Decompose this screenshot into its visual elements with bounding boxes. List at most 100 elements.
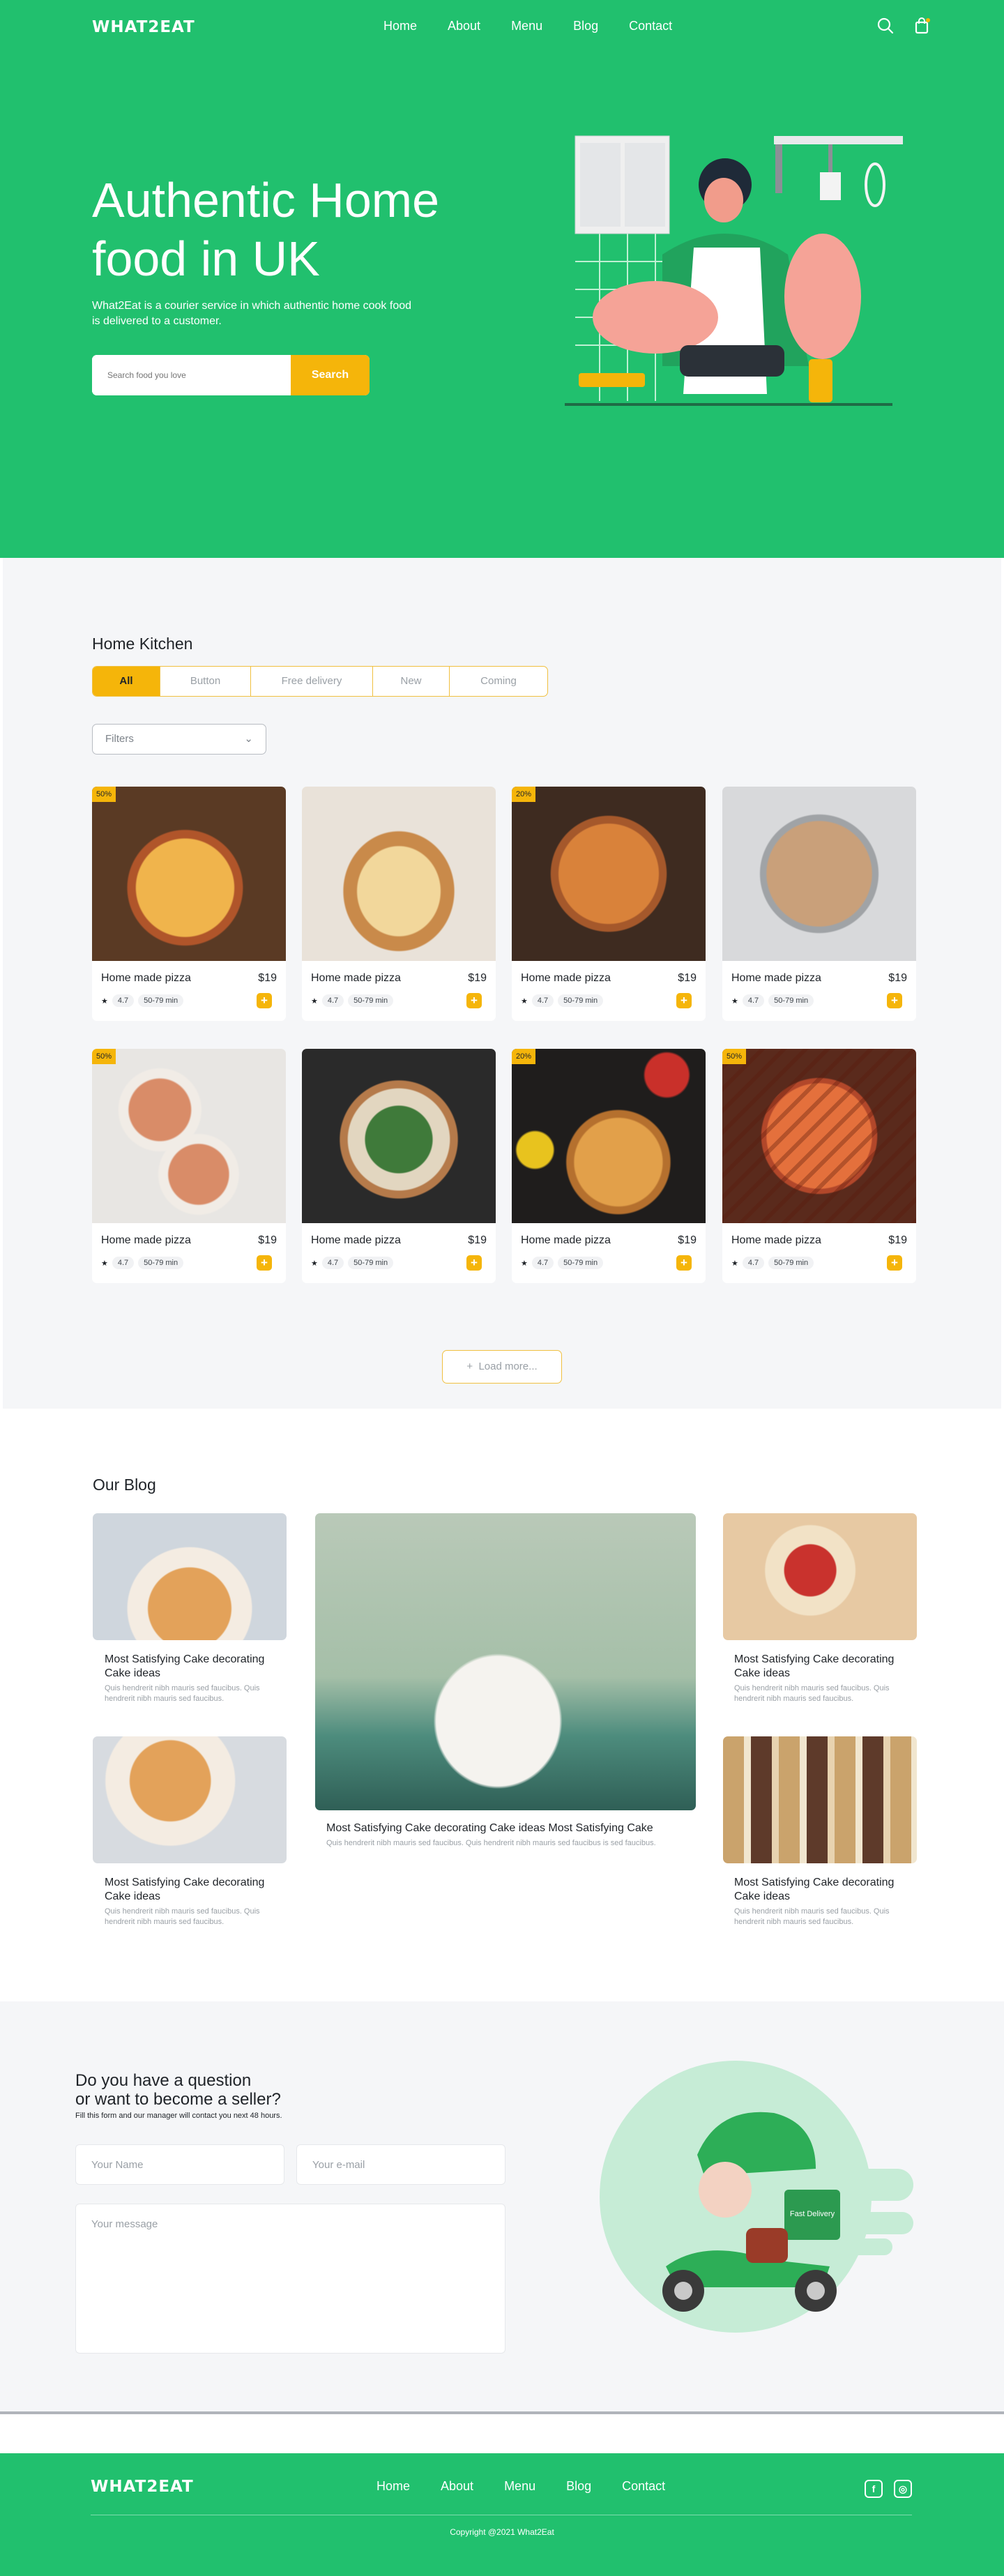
star-icon: ★ bbox=[521, 997, 528, 1006]
food-name: Home made pizza bbox=[521, 1234, 611, 1246]
blog-post-image[interactable] bbox=[93, 1513, 287, 1640]
load-more-label: Load more... bbox=[478, 1361, 538, 1372]
hero-search-form: Search bbox=[92, 355, 370, 395]
add-to-cart-button[interactable]: + bbox=[257, 993, 272, 1008]
tab-free-delivery[interactable]: Free delivery bbox=[251, 667, 373, 696]
discount-badge: 50% bbox=[92, 787, 116, 802]
discount-badge: 20% bbox=[512, 1049, 536, 1064]
brand-logo[interactable]: WHAT2EAT bbox=[92, 18, 195, 36]
add-to-cart-button[interactable]: + bbox=[676, 1255, 692, 1271]
star-icon: ★ bbox=[731, 997, 738, 1006]
filters-dropdown[interactable]: Filters ⌄ bbox=[92, 724, 266, 755]
tab-button[interactable]: Button bbox=[160, 667, 251, 696]
blog-post-title[interactable]: Most Satisfying Cake decorating Cake ide… bbox=[734, 1653, 915, 1681]
food-card[interactable]: 50% Home made pizza $19 ★ 4.7 50-79 min + bbox=[722, 1049, 916, 1283]
contact-subtitle: Fill this form and our manager will cont… bbox=[75, 2112, 282, 2120]
food-price: $19 bbox=[258, 1234, 277, 1246]
food-search-input[interactable] bbox=[92, 355, 291, 395]
food-card[interactable]: 20% Home made pizza $19 ★ 4.7 50-79 min + bbox=[512, 1049, 706, 1283]
food-card[interactable]: 50% Home made pizza $19 ★ 4.7 50-79 min + bbox=[92, 1049, 286, 1283]
tab-all[interactable]: All bbox=[93, 667, 160, 696]
food-meta: ★ 4.7 50-79 min bbox=[311, 994, 394, 1007]
blog-post-title[interactable]: Most Satisfying Cake decorating Cake ide… bbox=[734, 1876, 915, 1904]
add-to-cart-button[interactable]: + bbox=[887, 1255, 902, 1271]
blog-post-title[interactable]: Most Satisfying Cake decorating Cake ide… bbox=[105, 1876, 286, 1904]
pizza-image: 50% bbox=[92, 1049, 286, 1223]
blog-feature-image[interactable] bbox=[315, 1513, 696, 1810]
footer-nav-contact[interactable]: Contact bbox=[622, 2479, 665, 2494]
facebook-icon[interactable]: f bbox=[865, 2480, 883, 2498]
contact-section: Do you have a question or want to become … bbox=[0, 2001, 1004, 2414]
contact-title-line-2: or want to become a seller? bbox=[75, 2090, 281, 2109]
site-footer: WHAT2EAT Home About Menu Blog Contact f … bbox=[0, 2453, 1004, 2576]
filters-label: Filters bbox=[105, 733, 134, 745]
search-icon[interactable] bbox=[876, 17, 895, 35]
delivery-time-pill: 50-79 min bbox=[768, 1257, 814, 1269]
blog-feature-title[interactable]: Most Satisfying Cake decorating Cake ide… bbox=[326, 1821, 689, 1835]
food-name: Home made pizza bbox=[731, 1234, 821, 1246]
instagram-icon[interactable]: ◎ bbox=[894, 2480, 912, 2498]
footer-nav-about[interactable]: About bbox=[441, 2479, 473, 2494]
delivery-time-pill: 50-79 min bbox=[558, 994, 604, 1007]
load-more-button[interactable]: + Load more... bbox=[442, 1350, 562, 1384]
footer-nav-blog[interactable]: Blog bbox=[566, 2479, 591, 2494]
food-meta: ★ 4.7 50-79 min bbox=[731, 1257, 814, 1269]
delivery-time-pill: 50-79 min bbox=[348, 994, 394, 1007]
food-card[interactable]: Home made pizza $19 ★ 4.7 50-79 min + bbox=[722, 787, 916, 1021]
food-name: Home made pizza bbox=[311, 972, 401, 984]
add-to-cart-button[interactable]: + bbox=[676, 993, 692, 1008]
add-to-cart-button[interactable]: + bbox=[887, 993, 902, 1008]
footer-logo[interactable]: WHAT2EAT bbox=[91, 2478, 194, 2496]
name-field[interactable]: Your Name bbox=[75, 2144, 284, 2185]
add-to-cart-button[interactable]: + bbox=[466, 1255, 482, 1271]
pizza-image bbox=[302, 1049, 496, 1223]
food-card[interactable]: 20% Home made pizza $19 ★ 4.7 50-79 min + bbox=[512, 787, 706, 1021]
food-price: $19 bbox=[888, 1234, 907, 1246]
nav-about[interactable]: About bbox=[448, 19, 480, 33]
blog-post-excerpt: Quis hendrerit nibh mauris sed faucibus.… bbox=[734, 1684, 890, 1703]
add-to-cart-button[interactable]: + bbox=[466, 993, 482, 1008]
add-to-cart-button[interactable]: + bbox=[257, 1255, 272, 1271]
contact-title: Do you have a question or want to become … bbox=[75, 2071, 281, 2109]
blog-post-title[interactable]: Most Satisfying Cake decorating Cake ide… bbox=[105, 1653, 286, 1681]
pizza-image bbox=[722, 787, 916, 961]
footer-nav-menu[interactable]: Menu bbox=[504, 2479, 535, 2494]
message-field[interactable]: Your message bbox=[75, 2204, 505, 2354]
blog-post-excerpt: Quis hendrerit nibh mauris sed faucibus.… bbox=[105, 1907, 260, 1926]
star-icon: ★ bbox=[311, 1259, 318, 1268]
food-name: Home made pizza bbox=[731, 972, 821, 984]
search-button[interactable]: Search bbox=[291, 355, 370, 395]
nav-contact[interactable]: Contact bbox=[629, 19, 672, 33]
email-field[interactable]: Your e-mail bbox=[296, 2144, 505, 2185]
discount-badge: 20% bbox=[512, 787, 536, 802]
blog-post-image[interactable] bbox=[723, 1736, 917, 1863]
blog-title: Our Blog bbox=[93, 1476, 156, 1494]
shopping-bag-icon[interactable] bbox=[913, 17, 931, 35]
tab-coming[interactable]: Coming bbox=[450, 667, 547, 696]
food-card[interactable]: Home made pizza $19 ★ 4.7 50-79 min + bbox=[302, 1049, 496, 1283]
nav-home[interactable]: Home bbox=[383, 19, 417, 33]
food-meta: ★ 4.7 50-79 min bbox=[521, 1257, 604, 1269]
home-kitchen-section: Home Kitchen All Button Free delivery Ne… bbox=[3, 558, 1001, 1409]
star-icon: ★ bbox=[101, 1259, 108, 1268]
rating-pill: 4.7 bbox=[112, 994, 135, 1007]
nav-menu[interactable]: Menu bbox=[511, 19, 542, 33]
rating-pill: 4.7 bbox=[321, 1257, 344, 1269]
food-price: $19 bbox=[678, 1234, 697, 1246]
food-meta: ★ 4.7 50-79 min bbox=[731, 994, 814, 1007]
food-price: $19 bbox=[468, 1234, 487, 1246]
star-icon: ★ bbox=[101, 997, 108, 1006]
food-meta: ★ 4.7 50-79 min bbox=[101, 1257, 184, 1269]
nav-blog[interactable]: Blog bbox=[573, 19, 598, 33]
star-icon: ★ bbox=[521, 1259, 528, 1268]
tab-new[interactable]: New bbox=[373, 667, 450, 696]
footer-nav-home[interactable]: Home bbox=[376, 2479, 410, 2494]
food-meta: ★ 4.7 50-79 min bbox=[521, 994, 604, 1007]
blog-post-image[interactable] bbox=[723, 1513, 917, 1640]
blog-post-image[interactable] bbox=[93, 1736, 287, 1863]
delivery-time-pill: 50-79 min bbox=[138, 994, 184, 1007]
food-card[interactable]: Home made pizza $19 ★ 4.7 50-79 min + bbox=[302, 787, 496, 1021]
chef-cooking-illustration bbox=[565, 135, 903, 406]
rating-pill: 4.7 bbox=[742, 1257, 765, 1269]
food-card[interactable]: 50% Home made pizza $19 ★ 4.7 50-79 min + bbox=[92, 787, 286, 1021]
